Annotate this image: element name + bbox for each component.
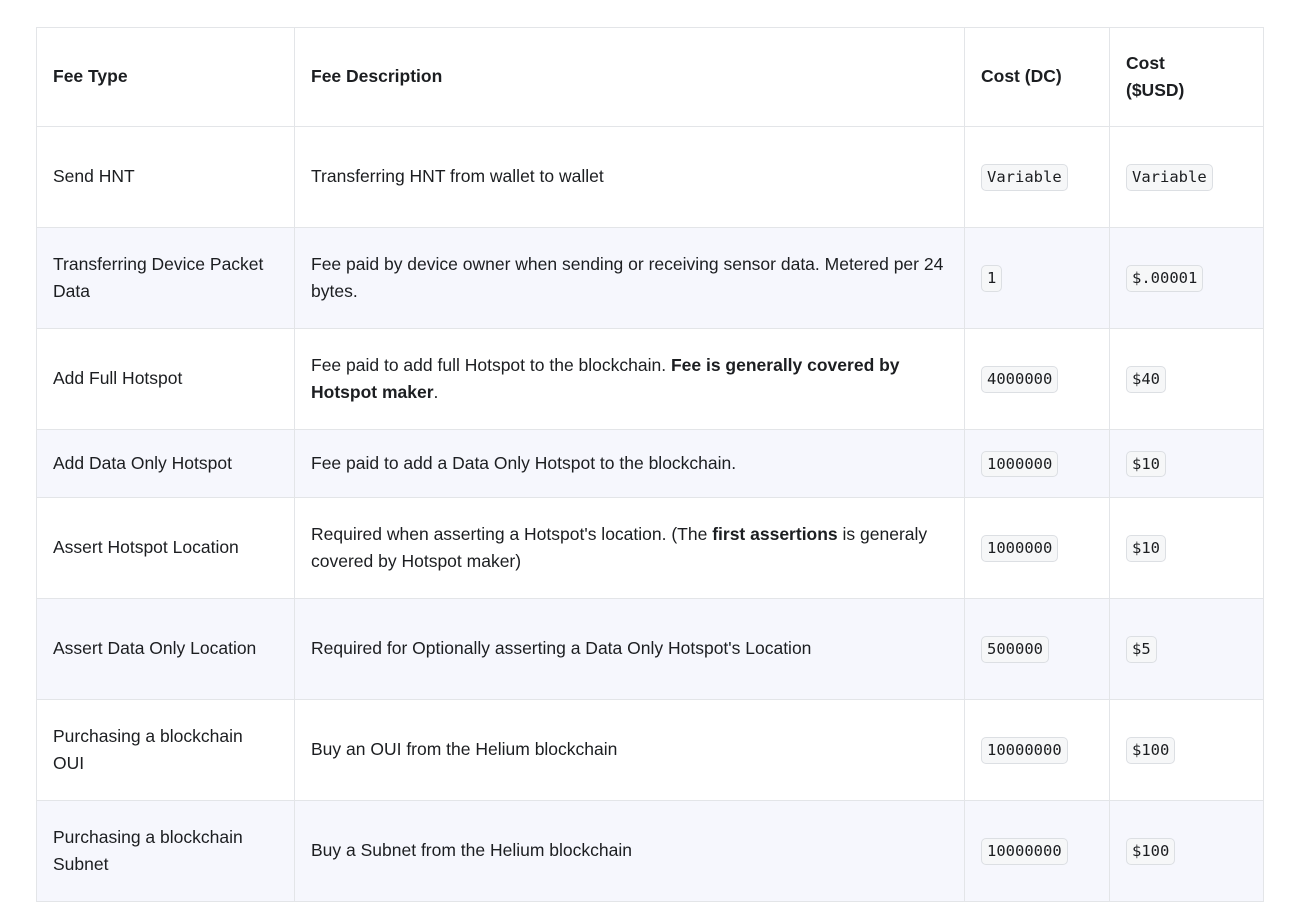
fee-type-cell: Transferring Device Packet Data [36,227,295,329]
cost-usd-cell: $5 [1109,598,1264,700]
table-header-row: Fee Type Fee Description Cost (DC) Cost (… [36,27,1264,127]
cost-usd-value: $10 [1126,535,1166,562]
table-row: Add Full Hotspot Fee paid to add full Ho… [36,328,1264,430]
desc-text: Required for Optionally asserting a Data… [311,638,812,659]
table-row: Purchasing a blockchain OUI Buy an OUI f… [36,699,1264,801]
cost-dc-cell: 1 [964,227,1110,329]
cost-usd-cell: $100 [1109,800,1264,902]
cost-usd-value: $.00001 [1126,265,1204,292]
header-cost-usd-line1: Cost [1126,52,1165,73]
fee-description-cell: Required for Optionally asserting a Data… [294,598,965,700]
fee-description-cell: Fee paid to add full Hotspot to the bloc… [294,328,965,430]
fees-table: Fee Type Fee Description Cost (DC) Cost (… [36,27,1264,902]
cost-dc-value: 4000000 [981,366,1059,393]
desc-text: Transferring HNT from wallet to wallet [311,166,604,187]
desc-text: Buy an OUI from the Helium blockchain [311,739,618,760]
header-fee-description: Fee Description [294,27,965,127]
desc-text: Required when asserting a Hotspot's loca… [311,523,713,544]
table-row: Add Data Only Hotspot Fee paid to add a … [36,429,1264,498]
fee-description-cell: Fee paid by device owner when sending or… [294,227,965,329]
cost-usd-value: Variable [1126,164,1213,191]
fee-type-cell: Send HNT [36,126,295,228]
header-cost-dc: Cost (DC) [964,27,1110,127]
desc-text: Fee paid by device owner when sending or… [311,253,944,301]
cost-dc-cell: 1000000 [964,429,1110,498]
cost-usd-value: $100 [1126,838,1176,865]
desc-text: Buy a Subnet from the Helium blockchain [311,840,632,861]
fee-type-cell: Purchasing a blockchain Subnet [36,800,295,902]
cost-usd-cell: $10 [1109,497,1264,599]
desc-text: Fee paid to add full Hotspot to the bloc… [311,354,671,375]
cost-usd-cell: $100 [1109,699,1264,801]
table-row: Transferring Device Packet Data Fee paid… [36,227,1264,329]
fee-type-cell: Purchasing a blockchain OUI [36,699,295,801]
cost-dc-cell: Variable [964,126,1110,228]
cost-dc-value: 500000 [981,636,1049,663]
cost-usd-cell: Variable [1109,126,1264,228]
cost-dc-cell: 10000000 [964,800,1110,902]
cost-dc-value: 10000000 [981,737,1068,764]
cost-dc-cell: 4000000 [964,328,1110,430]
cost-usd-cell: $40 [1109,328,1264,430]
fee-description-cell: Buy a Subnet from the Helium blockchain [294,800,965,902]
fee-type-cell: Assert Hotspot Location [36,497,295,599]
header-fee-type: Fee Type [36,27,295,127]
cost-usd-value: $10 [1126,450,1166,478]
fee-description-cell: Transferring HNT from wallet to wallet [294,126,965,228]
cost-usd-value: $5 [1126,636,1157,663]
table-row: Assert Data Only Location Required for O… [36,598,1264,700]
desc-bold-text: first assertions [712,523,838,544]
fee-type-cell: Assert Data Only Location [36,598,295,700]
table-row: Assert Hotspot Location Required when as… [36,497,1264,599]
desc-text: Fee paid to add a Data Only Hotspot to t… [311,452,737,473]
page: Fee Type Fee Description Cost (DC) Cost (… [0,0,1294,902]
table-row: Purchasing a blockchain Subnet Buy a Sub… [36,800,1264,902]
cost-dc-value: 1000000 [981,535,1059,562]
fee-description-cell: Required when asserting a Hotspot's loca… [294,497,965,599]
cost-usd-cell: $.00001 [1109,227,1264,329]
fee-type-cell: Add Data Only Hotspot [36,429,295,498]
cost-dc-value: Variable [981,164,1068,191]
cost-dc-cell: 1000000 [964,497,1110,599]
table-row: Send HNT Transferring HNT from wallet to… [36,126,1264,228]
cost-usd-cell: $10 [1109,429,1264,498]
cost-dc-value: 1000000 [981,450,1059,478]
cost-dc-cell: 10000000 [964,699,1110,801]
cost-usd-value: $40 [1126,366,1166,393]
cost-usd-value: $100 [1126,737,1176,764]
fee-description-cell: Fee paid to add a Data Only Hotspot to t… [294,429,965,498]
fee-type-cell: Add Full Hotspot [36,328,295,430]
header-cost-usd-line2: ($USD) [1126,80,1185,100]
desc-text-after: . [433,382,439,402]
cost-dc-value: 1 [981,265,1003,292]
fee-description-cell: Buy an OUI from the Helium blockchain [294,699,965,801]
header-cost-usd: Cost ($USD) [1109,27,1264,127]
cost-dc-value: 10000000 [981,838,1068,865]
cost-dc-cell: 500000 [964,598,1110,700]
